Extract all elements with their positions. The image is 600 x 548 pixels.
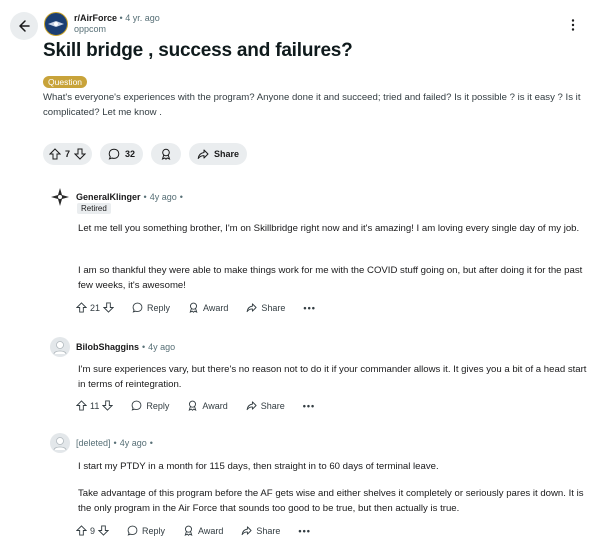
comment-paragraph: I start my PTDY in a month for 115 days,… <box>78 461 439 472</box>
ninja-star-avatar-icon <box>51 188 69 206</box>
commenter-avatar[interactable] <box>50 433 70 453</box>
meta-separator: • <box>149 438 153 448</box>
share-button[interactable]: Share <box>246 302 285 313</box>
post-title: Skill bridge , success and failures? <box>43 40 353 61</box>
reply-label: Reply <box>142 525 166 536</box>
comments-button[interactable]: 32 <box>100 143 144 165</box>
comment-age: 4y ago <box>149 192 177 202</box>
award-button[interactable] <box>151 143 182 165</box>
share-arrow-icon <box>242 526 252 536</box>
share-label: Share <box>261 302 286 313</box>
meta-separator: • <box>119 13 123 23</box>
award-button[interactable]: Award <box>183 525 223 536</box>
post-author[interactable]: oppcom <box>74 24 160 35</box>
default-avatar-icon <box>53 341 67 355</box>
comment-vote-count: 11 <box>90 400 100 411</box>
comment: [deleted] • 4y ago • I start my PTDY in … <box>50 433 590 544</box>
comment-age: 4y ago <box>148 342 176 352</box>
reply-button[interactable]: Reply <box>131 400 169 411</box>
meta-separator: • <box>179 192 183 202</box>
upvote-arrow-icon[interactable] <box>76 400 87 411</box>
award-ribbon-icon <box>188 400 197 411</box>
more-options-button[interactable] <box>566 18 580 32</box>
award-ribbon-icon <box>189 302 198 313</box>
share-arrow-icon <box>247 303 257 313</box>
meta-separator: • <box>142 342 146 352</box>
comment: GeneralKlinger • 4y ago • Retired Let me… <box>50 188 590 318</box>
comment: BilobShaggins • 4y ago I'm sure experien… <box>50 337 590 418</box>
post-body: What's everyone's experiences with the p… <box>43 92 581 118</box>
award-label: Award <box>198 525 224 536</box>
back-button[interactable] <box>10 12 38 40</box>
downvote-arrow-icon[interactable] <box>74 148 87 160</box>
default-avatar-icon <box>53 437 67 451</box>
subreddit-avatar[interactable] <box>44 12 68 36</box>
comment-vote-count: 9 <box>90 525 96 536</box>
comment-paragraph: Take advantage of this program before th… <box>78 488 584 514</box>
comment-more-button[interactable]: ••• <box>303 401 315 411</box>
share-label: Share <box>214 149 240 159</box>
commenter-avatar[interactable] <box>50 187 70 207</box>
comment-paragraph: Let me tell you something brother, I'm o… <box>78 223 580 234</box>
meta-separator: • <box>113 438 117 448</box>
post-flair[interactable]: Question <box>43 76 88 88</box>
share-button[interactable]: Share <box>189 143 248 165</box>
share-button[interactable]: Share <box>246 400 285 411</box>
share-label: Share <box>260 400 285 411</box>
post-header: r/AirForce • 4 yr. ago oppcom <box>44 12 160 36</box>
share-arrow-icon <box>197 149 209 159</box>
speech-bubble-icon <box>127 525 138 536</box>
speech-bubble-icon <box>108 148 120 160</box>
share-button[interactable]: Share <box>241 525 280 536</box>
upvote-arrow-icon[interactable] <box>76 525 87 536</box>
reply-label: Reply <box>146 400 170 411</box>
award-button[interactable]: Award <box>188 302 228 313</box>
award-button[interactable]: Award <box>187 400 228 411</box>
user-flair: Retired <box>77 203 111 214</box>
comment-author[interactable]: BilobShaggins <box>76 342 139 352</box>
reply-label: Reply <box>147 302 171 313</box>
downvote-arrow-icon[interactable] <box>102 400 114 411</box>
share-arrow-icon <box>246 401 257 411</box>
upvote-arrow-icon[interactable] <box>49 148 61 160</box>
speech-bubble-icon <box>131 400 142 411</box>
upvote-arrow-icon[interactable] <box>76 302 87 313</box>
comment-author[interactable]: GeneralKlinger <box>76 192 141 202</box>
comment-author: [deleted] <box>76 438 111 448</box>
downvote-arrow-icon[interactable] <box>103 302 115 313</box>
comment-paragraph: I am so thankful they were able to make … <box>78 265 583 291</box>
comment-age: 4y ago <box>119 438 147 448</box>
comment-more-button[interactable]: ••• <box>303 303 315 313</box>
air-force-emblem-icon <box>48 21 64 27</box>
downvote-arrow-icon[interactable] <box>98 525 110 536</box>
post-age: 4 yr. ago <box>125 13 160 23</box>
arrow-left-icon <box>19 20 30 32</box>
award-label: Award <box>203 302 229 313</box>
comment-more-button[interactable]: ••• <box>298 526 310 536</box>
reply-button[interactable]: Reply <box>127 525 165 536</box>
comment-count: 32 <box>125 149 136 159</box>
meta-separator: • <box>143 192 147 202</box>
subreddit-name[interactable]: r/AirForce <box>74 13 117 23</box>
award-ribbon-icon <box>161 148 171 160</box>
vote-control: 7 <box>43 143 93 165</box>
award-ribbon-icon <box>184 525 193 536</box>
speech-bubble-icon <box>132 302 143 313</box>
post-vote-count: 7 <box>65 149 71 159</box>
share-label: Share <box>256 525 281 536</box>
post-action-bar: 7 32 Share <box>43 143 248 165</box>
commenter-avatar[interactable] <box>50 337 70 357</box>
comment-paragraph: I'm sure experiences vary, but there's n… <box>78 364 587 390</box>
comment-vote-count: 21 <box>90 302 101 313</box>
reply-button[interactable]: Reply <box>132 302 170 313</box>
vertical-dots-icon <box>571 19 575 31</box>
award-label: Award <box>202 400 228 411</box>
